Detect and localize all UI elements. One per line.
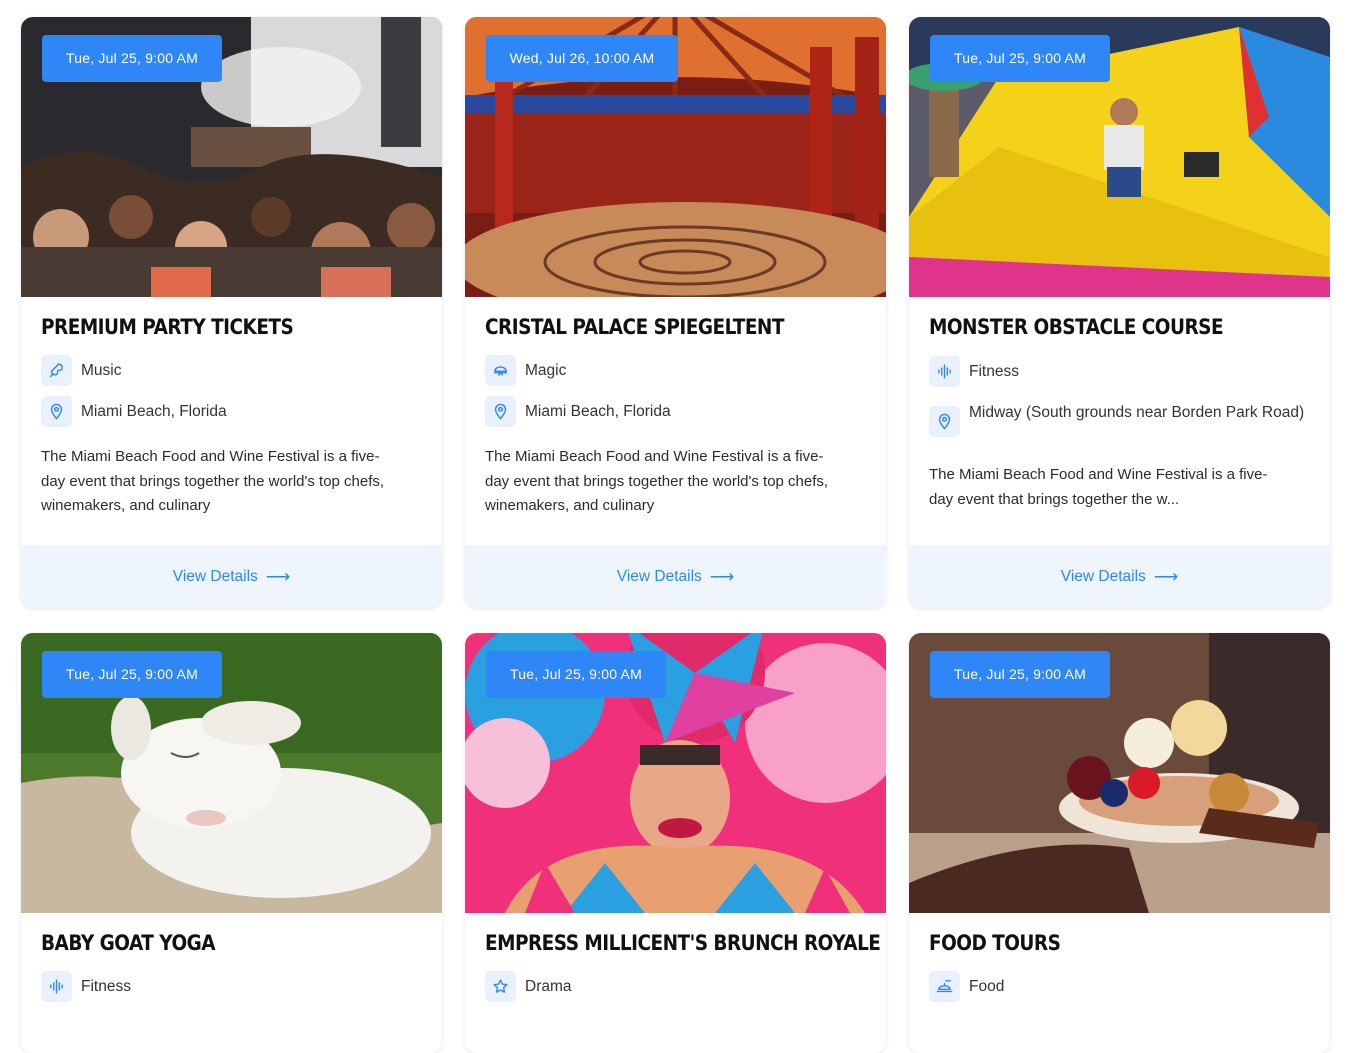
event-card[interactable]: Tue, Jul 25, 9:00 AM EMPRESS MILLICENT'S… (465, 633, 886, 1053)
food-icon (929, 971, 960, 1002)
location-label: Miami Beach, Florida (81, 403, 227, 420)
location-pin-icon (41, 396, 72, 427)
location-row: Miami Beach, Florida (485, 396, 870, 427)
event-description: The Miami Beach Food and Wine Festival i… (929, 466, 1268, 508)
view-details-button[interactable]: View Details ⟶ (465, 545, 886, 608)
event-title[interactable]: FOOD TOURS (929, 931, 1270, 955)
event-title[interactable]: CRISTAL PALACE SPIEGELTENT (485, 315, 826, 339)
date-badge: Tue, Jul 25, 9:00 AM (930, 35, 1110, 82)
event-description: The Miami Beach Food and Wine Festival i… (41, 448, 385, 514)
date-badge: Tue, Jul 25, 9:00 AM (486, 651, 666, 698)
view-details-button[interactable]: View Details ⟶ (909, 545, 1330, 608)
category-row: Magic (485, 355, 870, 386)
fitness-icon (929, 356, 960, 387)
category-label: Music (81, 362, 122, 379)
magic-hat-icon (485, 355, 516, 386)
category-row: Music (41, 355, 426, 386)
location-row: Midway (South grounds near Borden Park R… (929, 397, 1314, 437)
location-row: Miami Beach, Florida (41, 396, 426, 427)
event-title[interactable]: EMPRESS MILLICENT'S BRUNCH ROYALE (485, 931, 881, 955)
date-badge: Tue, Jul 25, 9:00 AM (930, 651, 1110, 698)
arrow-right-icon: ⟶ (1153, 566, 1179, 586)
event-card[interactable]: Tue, Jul 25, 9:00 AM FOOD TOURS Food (909, 633, 1330, 1053)
event-card[interactable]: Tue, Jul 25, 9:00 AM MONSTER OBSTACLE CO… (909, 17, 1330, 608)
event-description: The Miami Beach Food and Wine Festival i… (485, 448, 829, 514)
event-card[interactable]: Tue, Jul 25, 9:00 AM PREMIUM PARTY TICKE… (21, 17, 442, 608)
fitness-icon (41, 971, 72, 1002)
location-pin-icon (485, 396, 516, 427)
view-details-label: View Details (616, 567, 702, 585)
category-row: Fitness (41, 971, 426, 1002)
location-label: Miami Beach, Florida (525, 403, 671, 420)
arrow-right-icon: ⟶ (265, 566, 291, 586)
event-title[interactable]: MONSTER OBSTACLE COURSE (929, 315, 1270, 339)
location-label: Midway (South grounds near Borden Park R… (969, 404, 1305, 421)
category-label: Food (969, 978, 1005, 995)
category-row: Drama (485, 971, 870, 1002)
events-grid: Tue, Jul 25, 9:00 AM PREMIUM PARTY TICKE… (0, 0, 1347, 1053)
view-details-label: View Details (1060, 567, 1146, 585)
date-badge: Wed, Jul 26, 10:00 AM (486, 35, 678, 82)
category-label: Fitness (969, 363, 1019, 380)
event-title[interactable]: BABY GOAT YOGA (41, 931, 382, 955)
event-card[interactable]: Wed, Jul 26, 10:00 AM CRISTAL PALACE SPI… (465, 17, 886, 608)
event-card[interactable]: Tue, Jul 25, 9:00 AM BABY GOAT YOGA Fitn… (21, 633, 442, 1053)
category-label: Magic (525, 362, 567, 379)
date-badge: Tue, Jul 25, 9:00 AM (42, 35, 222, 82)
microphone-icon (41, 355, 72, 386)
arrow-right-icon: ⟶ (709, 566, 735, 586)
category-label: Drama (525, 978, 572, 995)
date-badge: Tue, Jul 25, 9:00 AM (42, 651, 222, 698)
category-row: Fitness (929, 356, 1314, 387)
event-title[interactable]: PREMIUM PARTY TICKETS (41, 315, 382, 339)
category-label: Fitness (81, 978, 131, 995)
category-row: Food (929, 971, 1314, 1002)
view-details-button[interactable]: View Details ⟶ (21, 545, 442, 608)
view-details-label: View Details (172, 567, 258, 585)
location-pin-icon (929, 406, 960, 437)
star-icon (485, 971, 516, 1002)
